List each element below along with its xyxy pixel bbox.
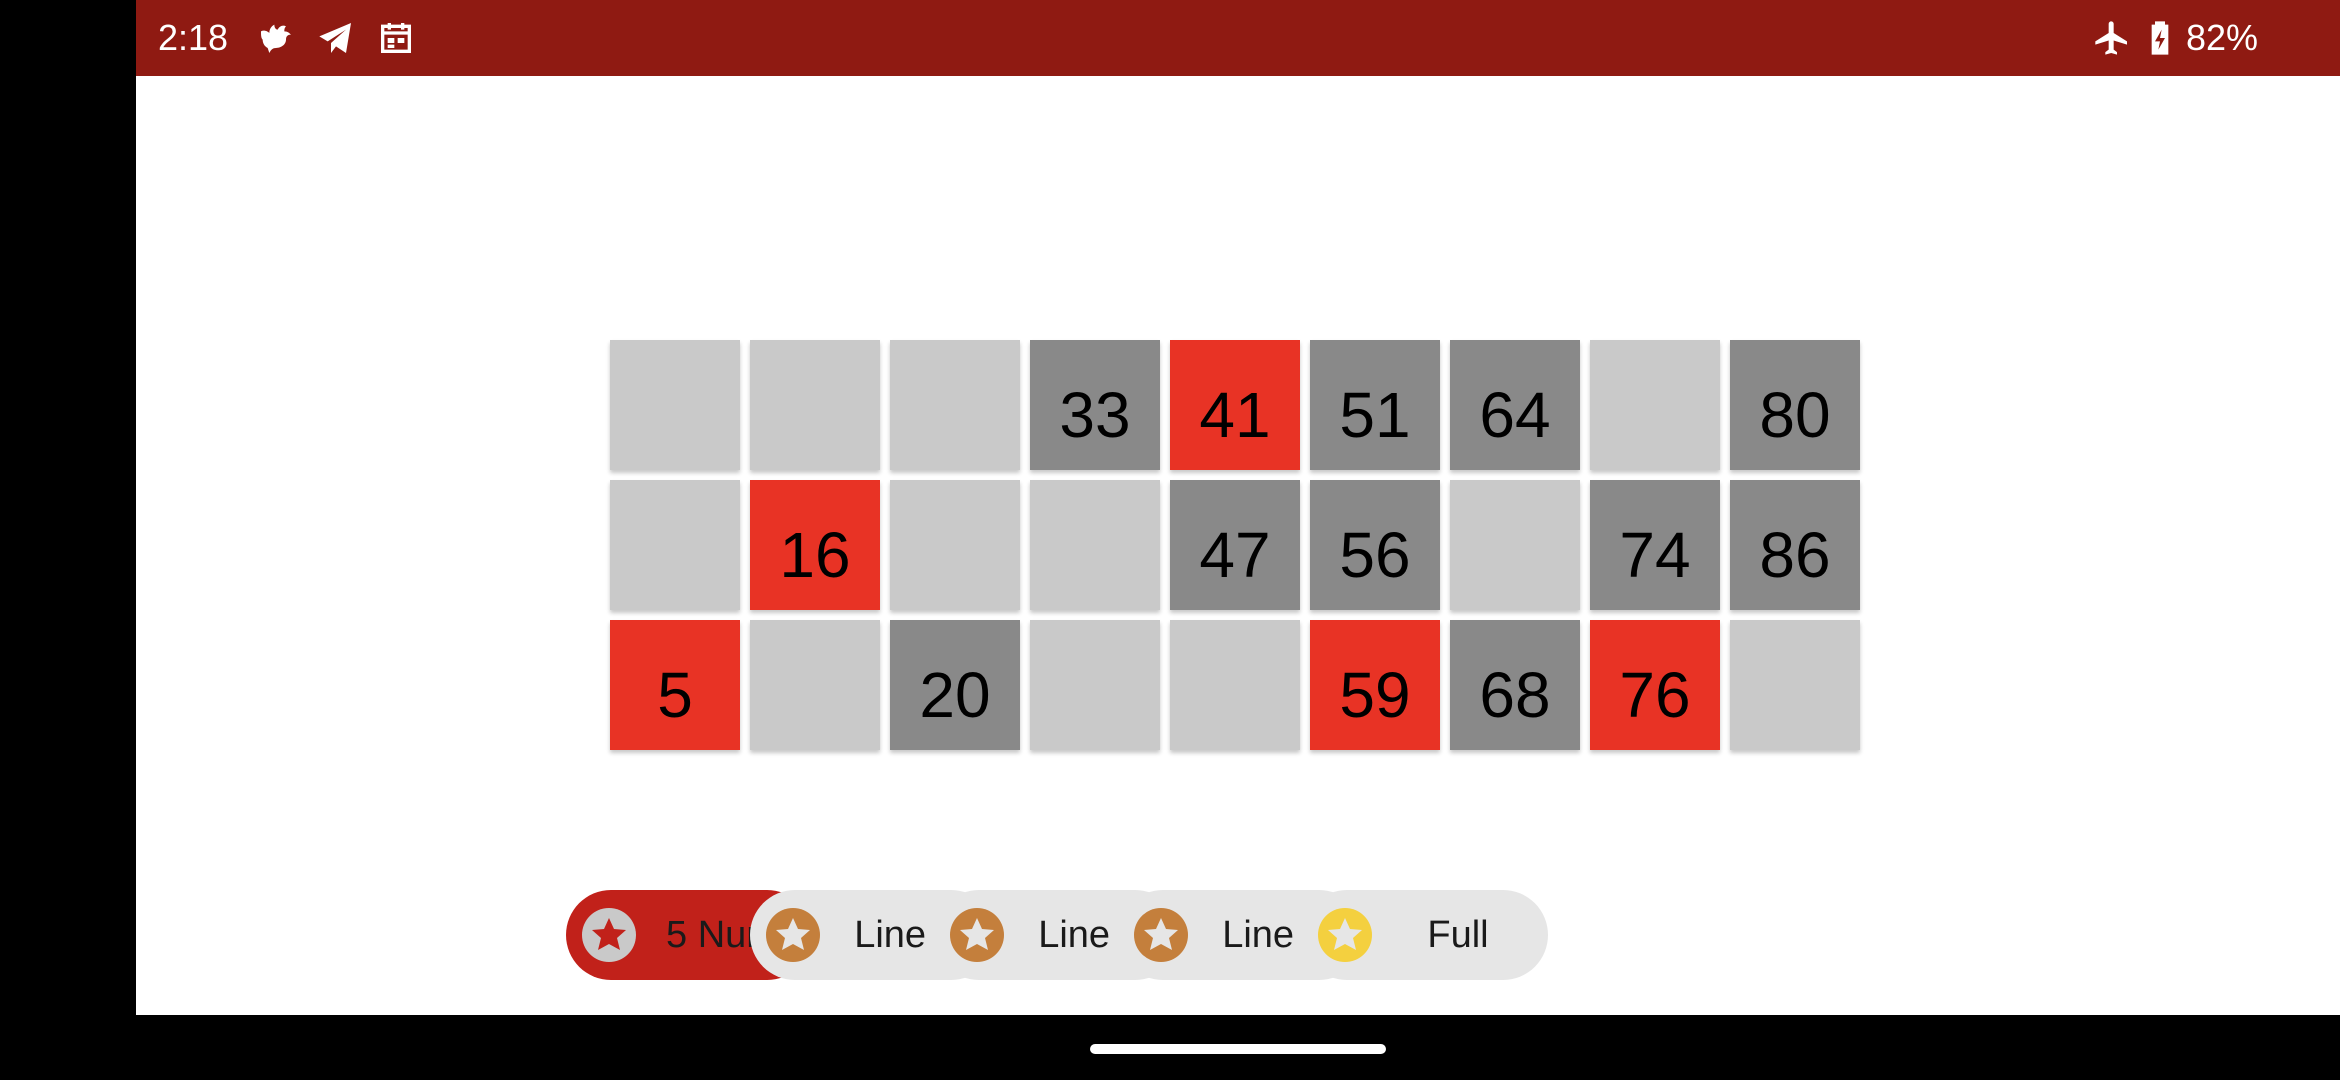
card-cell-number: 5 xyxy=(657,659,693,731)
navigation-bar xyxy=(0,1015,2340,1080)
card-cell-empty xyxy=(1030,480,1160,610)
star-badge-icon xyxy=(1134,908,1188,962)
card-cell-number: 51 xyxy=(1339,379,1411,451)
card-cell-empty xyxy=(1590,340,1720,470)
card-cell-59[interactable]: 59 xyxy=(1310,620,1440,750)
card-cell-empty xyxy=(750,340,880,470)
prize-label: Full xyxy=(1427,914,1489,956)
card-cell-number: 59 xyxy=(1339,659,1411,731)
card-cell-empty xyxy=(750,620,880,750)
card-cell-51[interactable]: 51 xyxy=(1310,340,1440,470)
battery-charging-icon xyxy=(2140,18,2180,58)
prize-bar: 5 Num Line 1 Line 2 Line 3 Full xyxy=(566,890,2066,980)
battery-percentage: 82% xyxy=(2186,17,2259,58)
card-cell-number: 20 xyxy=(919,659,991,731)
home-indicator[interactable] xyxy=(1090,1044,1386,1054)
star-badge-icon xyxy=(582,908,636,962)
card-cell-number: 33 xyxy=(1059,379,1131,451)
card-cell-number: 76 xyxy=(1619,659,1691,731)
card-cell-5[interactable]: 5 xyxy=(610,620,740,750)
prize-button-full[interactable]: Full xyxy=(1302,890,1548,980)
card-cell-64[interactable]: 64 xyxy=(1450,340,1580,470)
card-cell-86[interactable]: 86 xyxy=(1730,480,1860,610)
card-cell-number: 68 xyxy=(1479,659,1551,731)
bird-notification-icon xyxy=(256,18,296,58)
app-screen: 2:18 82% 33 41 51 64 80 16 47 56 74 86 5 20 59 68 76 5… xyxy=(136,0,2340,1015)
star-badge-icon xyxy=(1318,908,1372,962)
card-cell-empty xyxy=(610,340,740,470)
card-cell-empty xyxy=(610,480,740,610)
card-cell-47[interactable]: 47 xyxy=(1170,480,1300,610)
card-cell-empty xyxy=(890,480,1020,610)
card-cell-number: 74 xyxy=(1619,519,1691,591)
card-cell-empty xyxy=(1170,620,1300,750)
status-bar: 2:18 82% xyxy=(136,0,2340,76)
telegram-icon xyxy=(316,18,356,58)
calendar-icon xyxy=(376,18,416,58)
star-badge-icon xyxy=(766,908,820,962)
card-cell-20[interactable]: 20 xyxy=(890,620,1020,750)
card-cell-16[interactable]: 16 xyxy=(750,480,880,610)
card-cell-number: 86 xyxy=(1759,519,1831,591)
status-time: 2:18 xyxy=(158,17,229,58)
card-cell-number: 47 xyxy=(1199,519,1271,591)
card-cell-76[interactable]: 76 xyxy=(1590,620,1720,750)
card-cell-number: 56 xyxy=(1339,519,1411,591)
star-badge-icon xyxy=(950,908,1004,962)
card-cell-empty xyxy=(890,340,1020,470)
card-cell-number: 16 xyxy=(779,519,851,591)
airplane-mode-icon xyxy=(2092,18,2132,58)
card-cell-74[interactable]: 74 xyxy=(1590,480,1720,610)
card-cell-empty xyxy=(1730,620,1860,750)
card-cell-68[interactable]: 68 xyxy=(1450,620,1580,750)
bingo-card: 33 41 51 64 80 16 47 56 74 86 5 20 59 68 76 xyxy=(610,340,1860,750)
card-cell-33[interactable]: 33 xyxy=(1030,340,1160,470)
card-cell-number: 41 xyxy=(1199,379,1271,451)
card-cell-80[interactable]: 80 xyxy=(1730,340,1860,470)
card-cell-number: 80 xyxy=(1759,379,1831,451)
card-cell-56[interactable]: 56 xyxy=(1310,480,1440,610)
card-cell-41[interactable]: 41 xyxy=(1170,340,1300,470)
card-cell-empty xyxy=(1450,480,1580,610)
card-cell-empty xyxy=(1030,620,1160,750)
card-cell-number: 64 xyxy=(1479,379,1551,451)
